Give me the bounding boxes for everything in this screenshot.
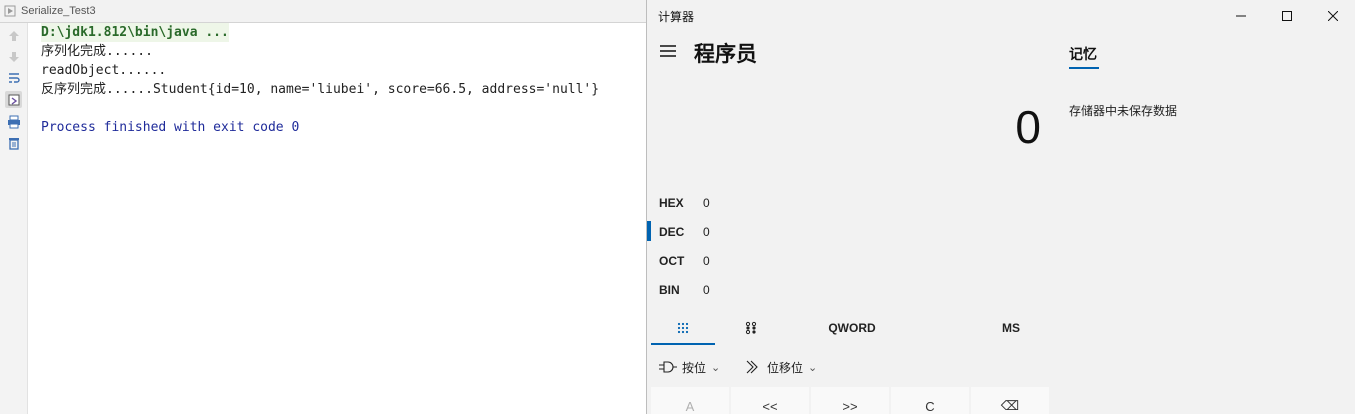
ide-run-panel: Serialize_Test3 D:\jdk1.812\bin\java ...…: [0, 0, 646, 414]
console-line: 序列化完成......: [41, 44, 153, 59]
run-tab-bar: Serialize_Test3: [0, 0, 646, 23]
radix-value: 0: [703, 283, 710, 297]
key-backspace[interactable]: ⌫: [971, 387, 1049, 414]
radix-label: OCT: [659, 254, 685, 268]
chevron-down-icon: ⌄: [711, 361, 721, 374]
soft-wrap-icon[interactable]: [5, 69, 22, 86]
active-tab-underline: [651, 343, 715, 345]
bit-shift-icon: [746, 360, 758, 374]
hamburger-menu-icon[interactable]: [659, 42, 677, 60]
maximize-button[interactable]: [1264, 0, 1310, 32]
bitwise-label: 按位: [682, 360, 707, 375]
run-config-icon: [4, 5, 16, 17]
console-command-line[interactable]: D:\jdk1.812\bin\java ...: [41, 23, 229, 42]
bitwise-dropdown[interactable]: 按位 ⌄: [659, 352, 720, 382]
console-output: D:\jdk1.812\bin\java ... 序列化完成...... rea…: [41, 23, 641, 137]
logic-gate-icon: [659, 361, 677, 373]
close-button[interactable]: [1310, 0, 1355, 32]
full-keypad-tab[interactable]: [651, 311, 715, 345]
trash-icon[interactable]: [5, 134, 22, 151]
window-title: 计算器: [658, 10, 695, 24]
keypad-mode-tabs: QWORD MS: [647, 311, 1047, 347]
radix-row-hex[interactable]: HEX 0: [647, 190, 827, 216]
radix-label: HEX: [659, 196, 684, 210]
bitshift-label: 位移位: [767, 360, 804, 375]
bit-toggle-tab[interactable]: [733, 311, 769, 345]
console-line: 反序列完成......Student{id=10, name='liubei',…: [41, 82, 600, 97]
minimize-button[interactable]: [1218, 0, 1264, 32]
down-arrow-icon[interactable]: [5, 48, 22, 65]
radix-label: DEC: [659, 225, 685, 239]
console-line: readObject......: [41, 63, 167, 78]
key-a[interactable]: A: [651, 387, 729, 414]
run-tab-label: Serialize_Test3: [21, 5, 96, 17]
radix-row-dec[interactable]: DEC 0: [647, 219, 827, 245]
bit-toggle-keypad-icon: [745, 321, 757, 335]
radix-label: BIN: [659, 283, 680, 297]
memory-store-button[interactable]: MS: [987, 311, 1035, 345]
memory-tab[interactable]: 记忆: [1069, 44, 1097, 64]
calculator-display: 0: [1015, 101, 1041, 153]
chevron-down-icon: ⌄: [808, 361, 818, 374]
console-toolbar: [0, 23, 28, 414]
key-right-shift[interactable]: >>: [811, 387, 889, 414]
print-icon[interactable]: [5, 113, 22, 130]
key-clear[interactable]: C: [891, 387, 969, 414]
up-arrow-icon[interactable]: [5, 27, 22, 44]
memory-tab-underline: [1069, 67, 1099, 69]
run-tab[interactable]: Serialize_Test3: [0, 0, 104, 22]
selected-radix-indicator: [647, 221, 651, 241]
radix-row-oct[interactable]: OCT 0: [647, 248, 827, 274]
scroll-to-end-icon[interactable]: [5, 91, 22, 108]
process-exit-line: Process finished with exit code 0: [41, 120, 300, 135]
bitwise-operations-bar: 按位 ⌄ 位移位 ⌄: [647, 352, 1047, 382]
radix-row-bin[interactable]: BIN 0: [647, 277, 827, 303]
bitshift-dropdown[interactable]: 位移位 ⌄: [745, 352, 817, 382]
word-size-button[interactable]: QWORD: [817, 311, 887, 345]
calculator-mode-title: 程序员: [694, 43, 757, 66]
calculator-titlebar[interactable]: 计算器: [647, 0, 1355, 32]
key-left-shift[interactable]: <<: [731, 387, 809, 414]
radix-value: 0: [703, 225, 710, 239]
keypad-grid-icon: [677, 322, 689, 334]
memory-empty-message: 存储器中未保存数据: [1069, 104, 1178, 118]
radix-value: 0: [703, 196, 710, 210]
radix-value: 0: [703, 254, 710, 268]
calculator-window: 计算器 程序员 0 HEX 0 DEC 0 OCT 0 BIN 0 QWORD …: [646, 0, 1355, 414]
